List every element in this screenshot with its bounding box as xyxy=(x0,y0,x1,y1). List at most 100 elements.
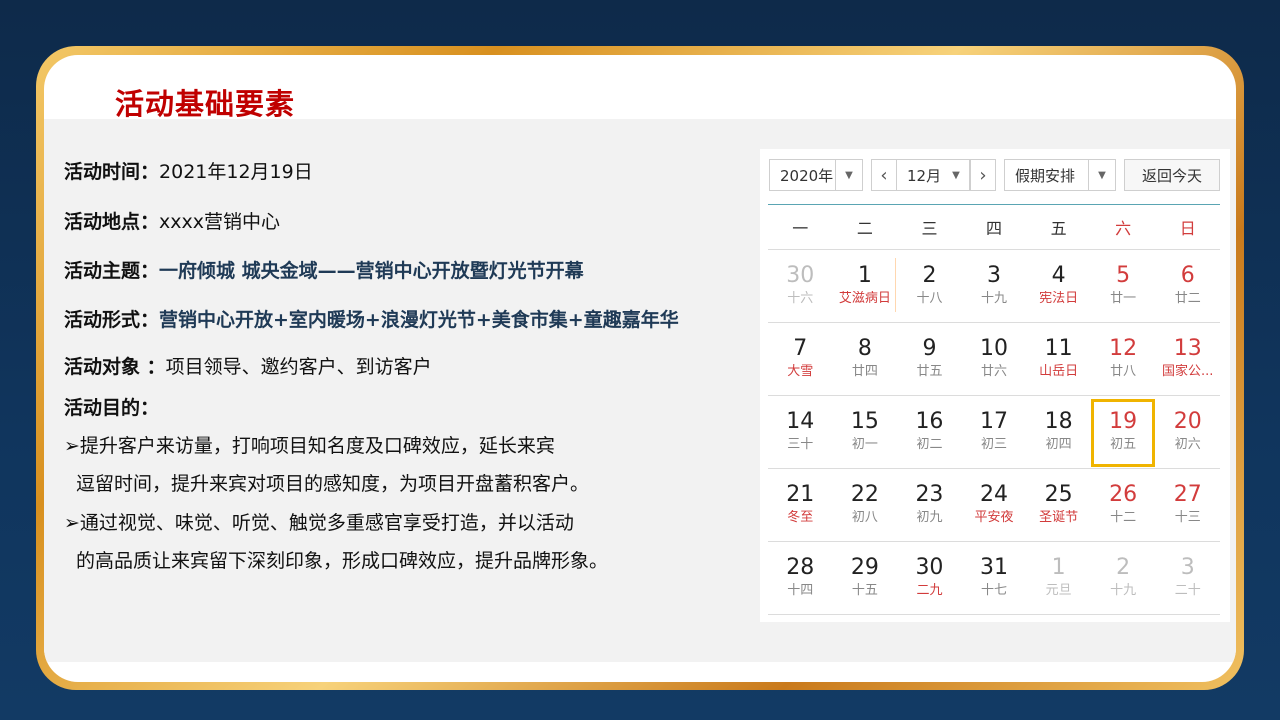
day-number: 13 xyxy=(1173,336,1202,361)
calendar-day-cell[interactable]: 5 廿一 xyxy=(1091,250,1156,322)
calendar-day-cell[interactable]: 20 初六 xyxy=(1155,396,1220,468)
weekday-label: 三 xyxy=(921,219,938,238)
calendar-day-cell[interactable]: 28 十四 xyxy=(768,542,833,614)
lunar-label: 冬至 xyxy=(787,510,814,525)
chevron-down-icon: ▼ xyxy=(952,169,960,181)
lunar-label: 初九 xyxy=(916,510,943,525)
day-number: 21 xyxy=(786,482,815,507)
calendar-day-cell[interactable]: 27 十三 xyxy=(1155,469,1220,541)
year-select-value: 2020年 xyxy=(780,166,834,185)
calendar-grid: 30 十六 1 艾滋病日 2 十八 3 十九 4 宪法日 5 廿一 6 廿二 7 大雪 8 廿四 9 廿五 10 廿六 11… xyxy=(768,250,1220,615)
calendar-day-cell[interactable]: 15 初一 xyxy=(833,396,898,468)
calendar-day-cell[interactable]: 1 艾滋病日 xyxy=(833,250,898,322)
purpose-2a: ➢通过视觉、味觉、听觉、触觉多重感官享受打造，并以活动 xyxy=(64,512,574,534)
place-row: 活动地点：xxxx营销中心 xyxy=(64,207,280,234)
today-button[interactable]: 返回今天 xyxy=(1124,159,1220,191)
calendar-day-cell[interactable]: 30 二九 xyxy=(897,542,962,614)
calendar-day-cell[interactable]: 29 十五 xyxy=(833,542,898,614)
year-select[interactable]: 2020年 ▼ xyxy=(769,159,863,191)
holiday-select[interactable]: 假期安排 ▼ xyxy=(1004,159,1116,191)
calendar-day-cell[interactable]: 17 初三 xyxy=(962,396,1027,468)
calendar-day-cell[interactable]: 30 十六 xyxy=(768,250,833,322)
calendar-day-cell[interactable]: 8 廿四 xyxy=(833,323,898,395)
chevron-down-icon: ▼ xyxy=(1088,160,1115,190)
calendar-week-row: 28 十四 29 十五 30 二九 31 十七 1 元旦 2 十九 3 二十 xyxy=(768,542,1220,615)
time-value: 2021年12月19日 xyxy=(159,161,313,183)
calendar-week-row: 30 十六 1 艾滋病日 2 十八 3 十九 4 宪法日 5 廿一 6 廿二 xyxy=(768,250,1220,323)
day-number: 22 xyxy=(850,482,879,507)
calendar-day-cell[interactable]: 9 廿五 xyxy=(897,323,962,395)
day-number: 6 xyxy=(1180,263,1195,288)
calendar-day-cell[interactable]: 6 廿二 xyxy=(1155,250,1220,322)
calendar-day-cell[interactable]: 3 十九 xyxy=(962,250,1027,322)
weekday-label: 四 xyxy=(986,219,1003,238)
theme-label: 活动主题： xyxy=(64,260,160,282)
calendar-day-cell[interactable]: 26 十二 xyxy=(1091,469,1156,541)
calendar-day-cell[interactable]: 16 初二 xyxy=(897,396,962,468)
next-month-button[interactable]: › xyxy=(970,159,996,191)
calendar-day-cell[interactable]: 4 宪法日 xyxy=(1026,250,1091,322)
day-number: 7 xyxy=(793,336,808,361)
day-number: 1 xyxy=(1051,555,1066,580)
day-number: 18 xyxy=(1044,409,1073,434)
target-value: 项目领导、邀约客户、到访客户 xyxy=(165,356,432,378)
form-row: 活动形式：营销中心开放+室内暖场+浪漫灯光节+美食市集+童趣嘉年华 xyxy=(64,305,679,332)
calendar-day-cell[interactable]: 24 平安夜 xyxy=(962,469,1027,541)
lunar-label: 廿四 xyxy=(851,364,878,379)
day-number: 2 xyxy=(1116,555,1131,580)
day-number: 5 xyxy=(1116,263,1131,288)
lunar-label: 平安夜 xyxy=(974,510,1014,525)
calendar-day-cell[interactable]: 13 国家公... xyxy=(1155,323,1220,395)
lunar-label: 十七 xyxy=(981,583,1008,598)
time-row: 活动时间：2021年12月19日 xyxy=(64,157,313,184)
calendar-day-cell[interactable]: 21 冬至 xyxy=(768,469,833,541)
calendar-day-cell[interactable]: 14 三十 xyxy=(768,396,833,468)
theme-value: 一府倾城 城央金域——营销中心开放暨灯光节开幕 xyxy=(159,260,584,282)
weekday-header: 一二三四五六日 xyxy=(768,209,1220,250)
lunar-label: 艾滋病日 xyxy=(838,291,891,306)
day-number: 30 xyxy=(915,555,944,580)
lunar-label: 初八 xyxy=(851,510,878,525)
day-number: 4 xyxy=(1051,263,1066,288)
chevron-left-icon: ‹ xyxy=(880,164,888,186)
day-number: 11 xyxy=(1044,336,1073,361)
day-number: 26 xyxy=(1109,482,1138,507)
weekday-label: 六 xyxy=(1115,219,1132,238)
weekday-label: 一 xyxy=(792,219,809,238)
calendar-day-cell[interactable]: 31 十七 xyxy=(962,542,1027,614)
place-label: 活动地点： xyxy=(64,211,160,233)
calendar-day-cell[interactable]: 18 初四 xyxy=(1026,396,1091,468)
lunar-label: 十九 xyxy=(1110,583,1137,598)
calendar-day-cell[interactable]: 7 大雪 xyxy=(768,323,833,395)
lunar-label: 廿六 xyxy=(981,364,1008,379)
calendar-day-cell[interactable]: 12 廿八 xyxy=(1091,323,1156,395)
calendar-week-row: 7 大雪 8 廿四 9 廿五 10 廿六 11 山岳日 12 廿八 13 国家公... xyxy=(768,323,1220,396)
weekday-label: 五 xyxy=(1050,219,1067,238)
lunar-label: 初二 xyxy=(916,437,943,452)
calendar-day-cell[interactable]: 11 山岳日 xyxy=(1026,323,1091,395)
content-panel: 活动时间：2021年12月19日 活动地点：xxxx营销中心 活动主题：一府倾城… xyxy=(44,119,1236,662)
calendar-day-cell[interactable]: 2 十八 xyxy=(897,250,962,322)
lunar-label: 元旦 xyxy=(1045,583,1072,598)
day-number: 8 xyxy=(857,336,872,361)
calendar-day-cell[interactable]: 3 二十 xyxy=(1155,542,1220,614)
lunar-label: 十三 xyxy=(1174,510,1201,525)
calendar-day-cell[interactable]: 22 初八 xyxy=(833,469,898,541)
lunar-label: 廿一 xyxy=(1110,291,1137,306)
lunar-label: 三十 xyxy=(787,437,814,452)
target-row: 活动对象 ：项目领导、邀约客户、到访客户 xyxy=(64,352,432,379)
day-number: 30 xyxy=(786,263,815,288)
calendar-day-cell[interactable]: 10 廿六 xyxy=(962,323,1027,395)
prev-month-button[interactable]: ‹ xyxy=(871,159,897,191)
calendar-day-cell[interactable]: 25 圣诞节 xyxy=(1026,469,1091,541)
calendar-day-cell[interactable]: 23 初九 xyxy=(897,469,962,541)
calendar-day-cell[interactable]: 19 初五 xyxy=(1090,396,1156,468)
weekday-label: 日 xyxy=(1179,219,1196,238)
month-select[interactable]: 12月 ▼ xyxy=(896,159,970,191)
calendar-day-cell[interactable]: 2 十九 xyxy=(1091,542,1156,614)
day-number: 14 xyxy=(786,409,815,434)
day-number: 15 xyxy=(850,409,879,434)
calendar-day-cell[interactable]: 1 元旦 xyxy=(1026,542,1091,614)
purpose-1a: ➢提升客户来访量，打响项目知名度及口碑效应，延长来宾 xyxy=(64,435,555,457)
lunar-label: 初三 xyxy=(981,437,1008,452)
